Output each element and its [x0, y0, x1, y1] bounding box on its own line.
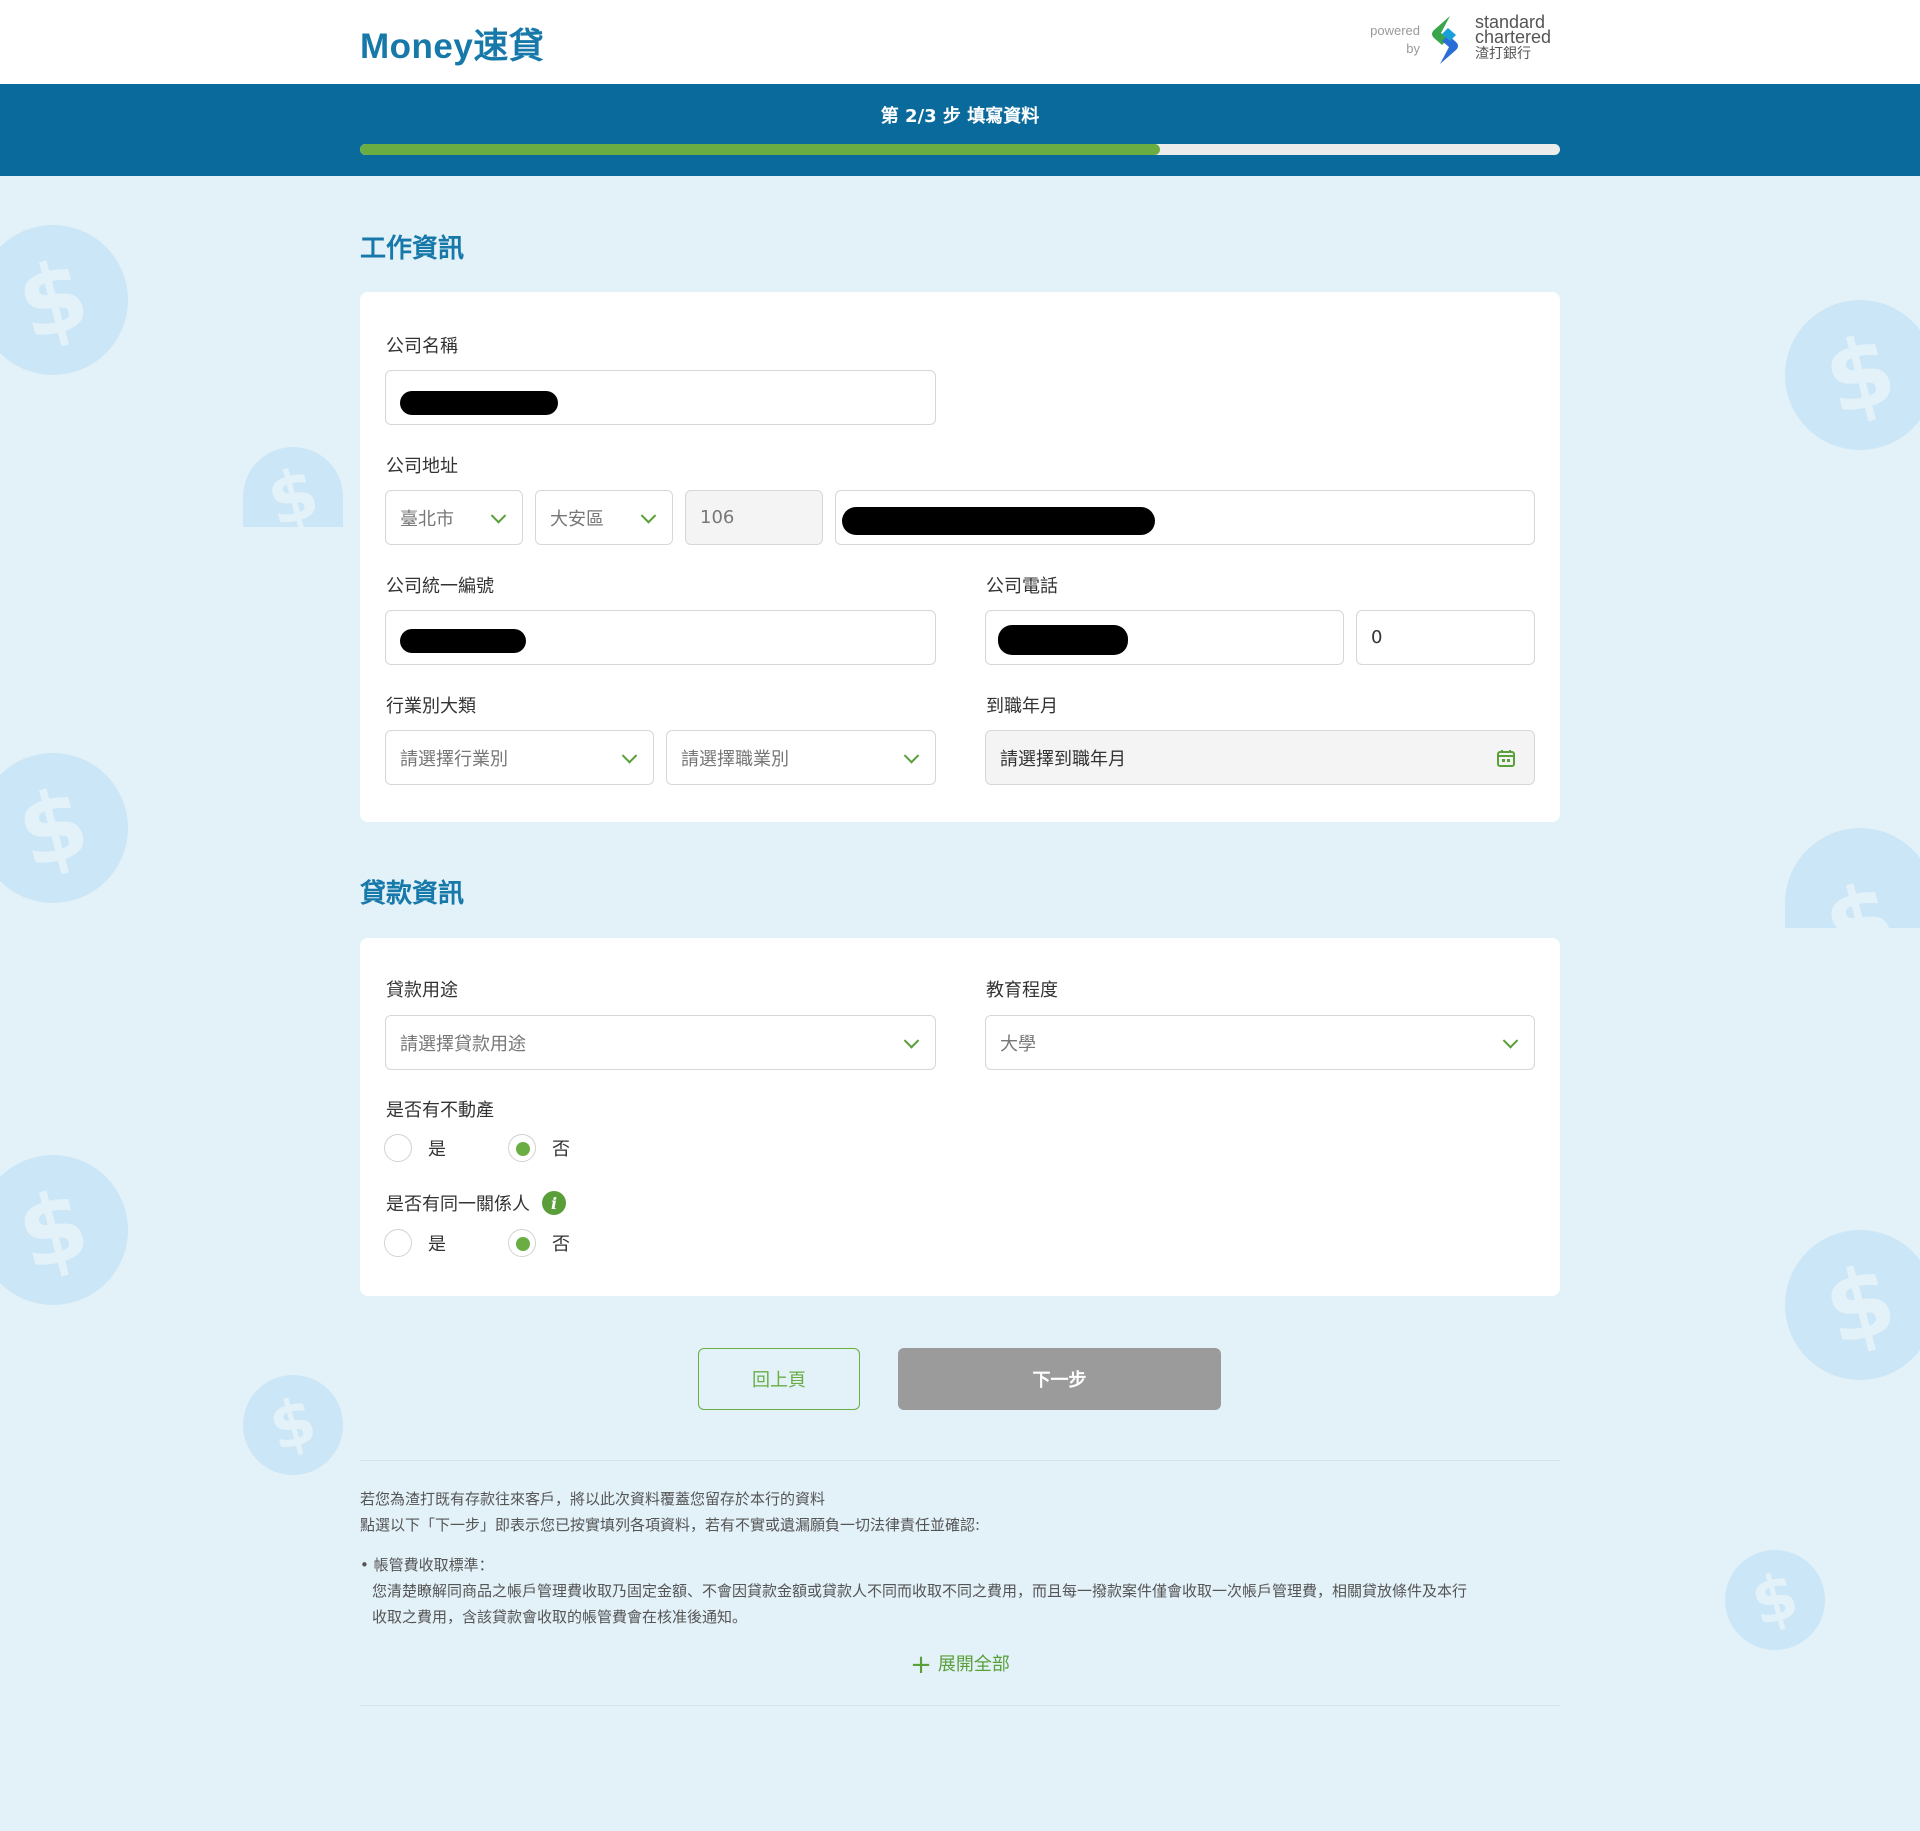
tax-id-input[interactable] — [385, 610, 936, 665]
chevron-down-icon — [621, 747, 638, 764]
work-info-title: 工作資訊 — [360, 234, 465, 264]
company-name-input[interactable] — [385, 370, 936, 425]
dollar-coin-icon: $ — [0, 225, 128, 375]
notice-text: 若您為渣打既有存款往來客戶，將以此次資料覆蓋您留存於本行的資料 點選以下「下一步… — [360, 1490, 981, 1534]
divider — [360, 1705, 1560, 1706]
back-button[interactable]: 回上頁 — [698, 1348, 860, 1410]
loan-info-card: 貸款用途 請選擇貸款用途 教育程度 大學 是否有不動產 是 否 是否有同一關係人… — [360, 938, 1560, 1296]
chevron-down-icon — [1502, 1032, 1519, 1049]
chevron-down-icon — [903, 1032, 920, 1049]
industry-select[interactable]: 請選擇行業別 — [385, 730, 654, 785]
dollar-coin-icon: $ — [1785, 1230, 1920, 1380]
top-header: Money速貸 powered by standard chartered 渣打… — [0, 0, 1920, 84]
city-select[interactable]: 臺北市 — [385, 490, 523, 545]
progress-bar — [360, 144, 1560, 155]
step-progress-band: 第 2/3 步 填寫資料 — [0, 84, 1920, 176]
start-date-picker[interactable]: 請選擇到職年月 — [985, 730, 1535, 785]
progress-bar-fill — [360, 144, 1161, 155]
dollar-coin-icon: $ — [1785, 300, 1920, 450]
tax-id-label: 公司統一編號 — [386, 576, 494, 597]
education-select[interactable]: 大學 — [985, 1015, 1535, 1070]
dollar-coin-icon: $ — [243, 447, 343, 527]
next-button[interactable]: 下一步 — [898, 1348, 1221, 1410]
redacted-value — [998, 625, 1128, 655]
real-estate-yes-option[interactable]: 是 — [384, 1134, 446, 1162]
standard-chartered-wordmark: standard chartered 渣打銀行 — [1475, 12, 1552, 62]
industry-label: 行業別大類 — [386, 696, 476, 717]
chevron-down-icon — [640, 507, 657, 524]
address-street-input[interactable] — [835, 490, 1535, 545]
related-party-label: 是否有同一關係人 i — [386, 1190, 566, 1216]
zip-code-field: 106 — [685, 490, 823, 545]
education-label: 教育程度 — [986, 980, 1058, 1001]
company-phone-input[interactable] — [985, 610, 1344, 665]
fee-notice: • 帳管費收取標準： 您清楚瞭解同商品之帳戶管理費收取乃固定金額、不會因貸款金額… — [360, 1556, 1468, 1626]
company-address-label: 公司地址 — [386, 456, 458, 477]
step-indicator: 第 2/3 步 填寫資料 — [880, 106, 1040, 127]
info-icon[interactable]: i — [542, 1191, 566, 1215]
redacted-value — [842, 507, 1155, 535]
loan-purpose-label: 貸款用途 — [386, 980, 458, 1001]
dollar-coin-icon: $ — [1785, 828, 1920, 928]
loan-purpose-select[interactable]: 請選擇貸款用途 — [385, 1015, 936, 1070]
redacted-value — [400, 629, 526, 653]
company-name-label: 公司名稱 — [386, 336, 458, 357]
standard-chartered-logo-icon — [1432, 16, 1458, 64]
company-phone-label: 公司電話 — [986, 576, 1058, 597]
radio-button-selected[interactable] — [508, 1134, 536, 1162]
dollar-coin-icon: $ — [1725, 1550, 1825, 1650]
radio-button[interactable] — [384, 1229, 412, 1257]
redacted-value — [400, 391, 558, 415]
real-estate-label: 是否有不動產 — [386, 1100, 494, 1121]
expand-all-link[interactable]: + 展開全部 — [0, 1650, 1920, 1680]
dollar-coin-icon: $ — [243, 1375, 343, 1475]
plus-icon: + — [910, 1650, 932, 1680]
start-date-label: 到職年月 — [986, 696, 1058, 717]
related-party-yes-option[interactable]: 是 — [384, 1229, 446, 1257]
loan-info-title: 貸款資訊 — [360, 879, 465, 909]
brand-logo[interactable]: Money速貸 — [360, 18, 544, 69]
divider — [360, 1460, 1560, 1461]
dollar-coin-icon: $ — [0, 1155, 128, 1305]
phone-extension-input[interactable]: 0 — [1356, 610, 1535, 665]
chevron-down-icon — [903, 747, 920, 764]
real-estate-no-option[interactable]: 否 — [508, 1134, 570, 1162]
occupation-select[interactable]: 請選擇職業別 — [666, 730, 936, 785]
radio-button-selected[interactable] — [508, 1229, 536, 1257]
radio-button[interactable] — [384, 1134, 412, 1162]
calendar-icon[interactable] — [1496, 748, 1516, 768]
chevron-down-icon — [490, 507, 507, 524]
work-info-card: 公司名稱 公司地址 臺北市 大安區 106 公司統一編號 公司電話 0 行業別大… — [360, 292, 1560, 822]
powered-by-text: powered by — [1370, 23, 1420, 56]
related-party-no-option[interactable]: 否 — [508, 1229, 570, 1257]
dollar-coin-icon: $ — [0, 753, 128, 903]
district-select[interactable]: 大安區 — [535, 490, 673, 545]
